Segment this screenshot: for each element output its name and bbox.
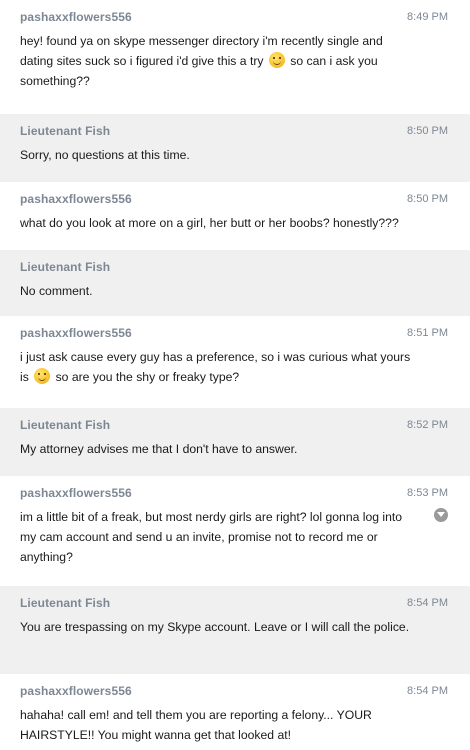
- sender-name: pashaxxflowers556: [20, 192, 132, 206]
- message-text: im a little bit of a freak, but most ner…: [20, 510, 403, 564]
- message-text-part: so are you the shy or freaky type?: [52, 370, 240, 384]
- message-text: i just ask cause every guy has a prefere…: [20, 347, 450, 387]
- smile-emoji-icon: [34, 368, 51, 384]
- timestamp: 8:51 PM: [407, 327, 448, 339]
- message[interactable]: pashaxxflowers556 8:50 PM what do you lo…: [0, 182, 470, 250]
- chat-transcript: pashaxxflowers556 8:49 PM hey! found ya …: [0, 0, 470, 750]
- sender-name: Lieutenant Fish: [20, 124, 111, 138]
- sender-name: Lieutenant Fish: [20, 596, 111, 610]
- timestamp: 8:49 PM: [407, 11, 448, 23]
- timestamp: 8:50 PM: [407, 125, 448, 137]
- message-text: hahaha! call em! and tell them you are r…: [20, 708, 372, 742]
- sender-name: Lieutenant Fish: [20, 260, 111, 274]
- message-text: You are trespassing on my Skype account.…: [20, 620, 410, 634]
- message[interactable]: pashaxxflowers556 8:53 PM im a little bi…: [0, 476, 470, 586]
- message[interactable]: Lieutenant Fish 8:50 PM Sorry, no questi…: [0, 114, 470, 182]
- timestamp: 8:53 PM: [407, 487, 448, 499]
- message[interactable]: pashaxxflowers556 8:51 PM i just ask cau…: [0, 316, 470, 408]
- message[interactable]: pashaxxflowers556 8:49 PM hey! found ya …: [0, 0, 470, 114]
- sender-name: pashaxxflowers556: [20, 10, 132, 24]
- message-text: what do you look at more on a girl, her …: [20, 216, 399, 230]
- timestamp: 8:50 PM: [407, 193, 448, 205]
- message[interactable]: Lieutenant Fish No comment.: [0, 250, 470, 316]
- wink-emoji-icon: [268, 52, 285, 68]
- message[interactable]: Lieutenant Fish 8:54 PM You are trespass…: [0, 586, 470, 674]
- message[interactable]: Lieutenant Fish 8:52 PM My attorney advi…: [0, 408, 470, 476]
- timestamp: 8:54 PM: [407, 685, 448, 697]
- message-text: hey! found ya on skype messenger directo…: [20, 31, 450, 91]
- timestamp: 8:52 PM: [407, 419, 448, 431]
- timestamp: 8:54 PM: [407, 597, 448, 609]
- sender-name: Lieutenant Fish: [20, 418, 111, 432]
- message-options-chevron-icon[interactable]: [434, 508, 448, 522]
- message-text: Sorry, no questions at this time.: [20, 148, 190, 162]
- message-text: No comment.: [20, 284, 93, 298]
- message[interactable]: pashaxxflowers556 8:54 PM hahaha! call e…: [0, 674, 470, 750]
- sender-name: pashaxxflowers556: [20, 684, 132, 698]
- message-text: My attorney advises me that I don't have…: [20, 442, 298, 456]
- sender-name: pashaxxflowers556: [20, 326, 132, 340]
- sender-name: pashaxxflowers556: [20, 486, 132, 500]
